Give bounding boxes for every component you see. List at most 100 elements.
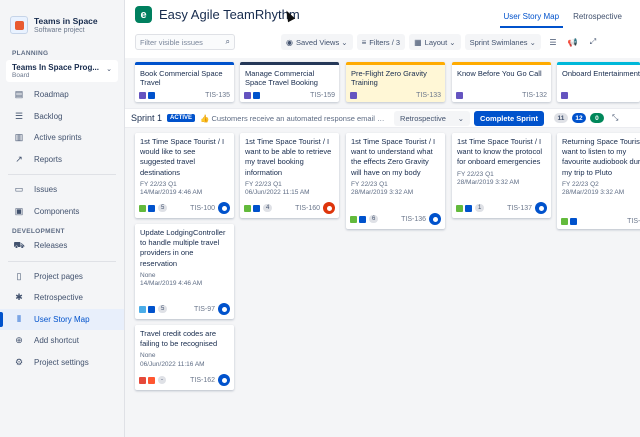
epic-title: Know Before You Go Call: [457, 69, 542, 78]
issue-fix-version: FY 22/23 Q1: [245, 180, 282, 188]
divider: [8, 260, 116, 262]
chevron-down-icon: ⌄: [527, 37, 536, 47]
sidebar-item-backlog[interactable]: ☰ Backlog: [0, 106, 124, 128]
sidebar-item-retrospective[interactable]: ✱ Retrospective: [0, 287, 124, 309]
complete-sprint-button[interactable]: Complete Sprint: [474, 110, 544, 126]
avatar[interactable]: [429, 213, 441, 225]
sidebar-item-label: Add shortcut: [34, 336, 79, 346]
sidebar-item-label: Retrospective: [34, 293, 83, 303]
eye-icon: ◉: [286, 37, 293, 47]
saved-views-label: Saved Views: [295, 37, 340, 47]
project-logo-icon: [10, 16, 28, 34]
avatar[interactable]: [218, 202, 230, 214]
layout-button[interactable]: ▦ Layout ⌄: [409, 34, 461, 50]
sidebar-item-active-sprints[interactable]: ▥ Active sprints: [0, 127, 124, 149]
epic-card[interactable]: Book Commercial Space Travel TIS-135: [135, 62, 234, 102]
layout-label: Layout: [424, 37, 448, 47]
issue-card[interactable]: 1st Time Space Tourist / I want to be ab…: [240, 133, 339, 218]
sidebar-item-project-pages[interactable]: ▯ Project pages: [0, 266, 124, 288]
sidebar-item-components[interactable]: ▣ Components: [0, 201, 124, 223]
avatar[interactable]: [218, 303, 230, 315]
layout-icon: ▦: [414, 37, 422, 47]
issue-key[interactable]: TIS-143: [627, 218, 640, 225]
bug-type-icon: [139, 376, 146, 384]
backlog-view-icon[interactable]: ☰: [545, 34, 561, 50]
epic-card[interactable]: Know Before You Go Call TIS-132: [452, 62, 551, 102]
sidebar-item-label: Components: [34, 206, 80, 216]
settings-icon: ⚙: [14, 356, 24, 367]
issue-date: 06/Jun/2022 11:15 AM: [245, 189, 310, 197]
epic-card[interactable]: Onboard Entertainment: [557, 62, 640, 102]
filters-button[interactable]: ≡ Filters / 3: [356, 34, 406, 50]
sidebar-item-roadmap[interactable]: ▤ Roadmap: [0, 84, 124, 106]
issue-meta: FY 22/23 Q1 14/Mar/2019 4:46 AM: [140, 181, 229, 198]
issue-fix-version: None: [140, 271, 156, 279]
epic-title: Pre-Flight Zero Gravity Training: [351, 69, 427, 87]
story-points-badge: 1: [475, 204, 485, 212]
app-logo: e: [135, 6, 152, 23]
active-sprints-icon: ▥: [14, 132, 24, 143]
collapse-icon[interactable]: ⤡: [612, 113, 618, 123]
epic-type-icon: [244, 92, 251, 99]
epic-footer: TIS-159: [244, 92, 335, 99]
issue-card[interactable]: 1st Time Space Tourist / I would like to…: [135, 133, 234, 218]
filter-input[interactable]: Filter visible issues ⌕: [135, 34, 235, 50]
issues-icon: ▭: [14, 184, 24, 195]
announce-icon[interactable]: 📢: [565, 34, 581, 50]
epic-type-icon: [456, 92, 463, 99]
issue-key[interactable]: TIS-137: [507, 205, 532, 212]
issue-summary: Update LodgingController to handle multi…: [140, 228, 226, 268]
issue-meta: None 14/Mar/2019 4:46 AM: [140, 272, 229, 289]
issue-card[interactable]: Returning Space Tourist / I want to list…: [557, 133, 640, 229]
issue-fix-version: None: [140, 352, 156, 360]
issue-card[interactable]: 1st Time Space Tourist / I want to know …: [452, 133, 551, 218]
epic-key[interactable]: TIS-159: [310, 92, 335, 99]
tab-user-story-map[interactable]: User Story Map: [499, 10, 564, 28]
sidebar-item-add-shortcut[interactable]: ⊕ Add shortcut: [0, 330, 124, 352]
issue-date: 28/Mar/2019 3:32 AM: [457, 179, 520, 187]
issue-date: 06/Jun/2022 11:16 AM: [140, 360, 205, 368]
issue-key[interactable]: TIS-136: [401, 216, 426, 223]
view-tabs: User Story Map Retrospective: [494, 10, 627, 28]
epic-card[interactable]: Pre-Flight Zero Gravity Training TIS-133: [346, 62, 445, 102]
shortcut-icon: ⊕: [15, 335, 23, 346]
issue-meta: FY 22/23 Q2 28/Mar/2019 3:32 AM: [562, 181, 640, 198]
saved-views-button[interactable]: ◉ Saved Views ⌄: [281, 34, 353, 50]
avatar[interactable]: [535, 202, 547, 214]
swimlanes-button[interactable]: Sprint Swimlanes ⌄: [464, 34, 541, 50]
sidebar-item-project-settings[interactable]: ⚙ Project settings: [0, 352, 124, 374]
issue-key[interactable]: TIS-162: [190, 377, 215, 384]
avatar[interactable]: [323, 202, 335, 214]
issue-fix-version: FY 22/23 Q2: [562, 180, 599, 188]
epic-key[interactable]: TIS-132: [522, 92, 547, 99]
epic-key[interactable]: TIS-133: [416, 92, 441, 99]
epic-key[interactable]: TIS-135: [205, 92, 230, 99]
sidebar-item-reports[interactable]: ↗ Reports: [0, 149, 124, 171]
sidebar-item-issues[interactable]: ▭ Issues: [0, 179, 124, 201]
chevron-down-icon: ⌄: [339, 37, 348, 47]
issue-card[interactable]: Travel credit codes are failing to be re…: [135, 325, 234, 390]
issue-key[interactable]: TIS-160: [295, 205, 320, 212]
issue-card[interactable]: 1st Time Space Tourist / I want to under…: [346, 133, 445, 229]
epic-type-icon: [350, 92, 357, 99]
issue-meta: FY 22/23 Q1 28/Mar/2019 3:32 AM: [457, 171, 546, 188]
issue-key[interactable]: TIS-100: [190, 205, 215, 212]
issue-fix-version: FY 22/23 Q1: [140, 180, 177, 188]
story-type-icon: [350, 215, 357, 223]
retrospective-select[interactable]: Retrospective ⌄: [394, 110, 471, 126]
issue-key[interactable]: TIS-97: [194, 306, 215, 313]
retrospective-icon: ✱: [15, 292, 23, 303]
fullscreen-icon[interactable]: ⤢: [585, 34, 601, 50]
avatar[interactable]: [218, 374, 230, 386]
sidebar-item-label: Active sprints: [34, 133, 82, 143]
issue-footer: 5 TIS-100: [139, 202, 230, 214]
filter-icon: ≡: [361, 37, 367, 47]
chevron-down-icon: ⌄: [457, 113, 465, 123]
tab-retrospective[interactable]: Retrospective: [569, 10, 626, 28]
sidebar-item-releases[interactable]: ⛟ Releases: [0, 235, 124, 257]
epic-card[interactable]: Manage Commercial Space Travel Booking T…: [240, 62, 339, 102]
issue-card[interactable]: Update LodgingController to handle multi…: [135, 224, 234, 319]
sidebar-item-user-story-map[interactable]: ⫴ User Story Map: [0, 308, 124, 330]
project-header[interactable]: Teams in Space Software project: [0, 0, 124, 38]
board-selector[interactable]: Teams In Space Prog... Board ⌄: [6, 60, 118, 82]
